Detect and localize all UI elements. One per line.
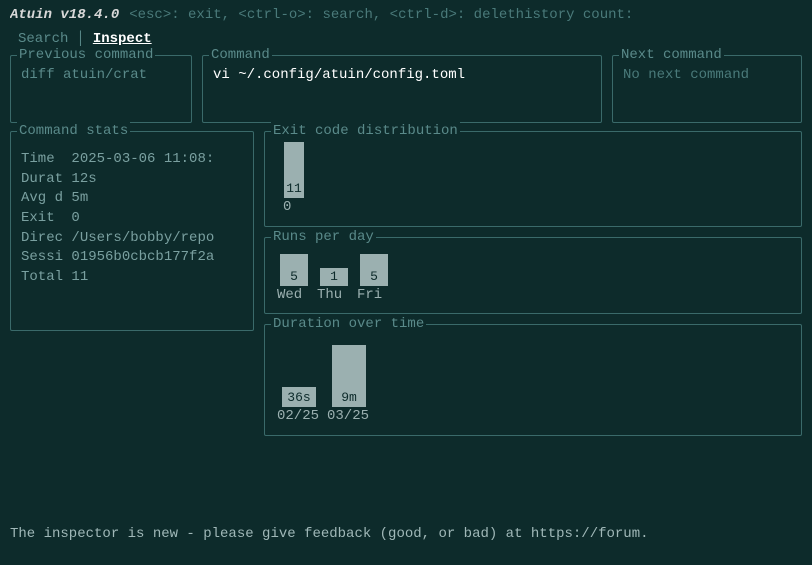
exit-axis-0: 0 bbox=[283, 198, 291, 218]
runs-bar-wed-value: 5 bbox=[290, 268, 298, 286]
next-command-box[interactable]: Next command No next command bbox=[612, 55, 802, 123]
next-command-value: No next command bbox=[623, 66, 791, 86]
runs-axis: Wed Thu Fri bbox=[275, 286, 791, 306]
next-command-title: Next command bbox=[619, 46, 724, 66]
exit-code-chart: Exit code distribution 11 0 bbox=[264, 131, 802, 227]
duration-bar-0325-value: 9m bbox=[341, 389, 357, 407]
duration-bar-0225-value: 36s bbox=[287, 389, 310, 407]
stats-column: Command stats Time 2025-03-06 11:08: Dur… bbox=[10, 131, 254, 436]
runs-bar-thu-value: 1 bbox=[330, 268, 338, 286]
current-command-title: Command bbox=[209, 46, 272, 66]
exit-code-bars: 11 bbox=[275, 142, 791, 198]
stat-time: Time 2025-03-06 11:08: bbox=[21, 150, 243, 170]
stat-total: Total 11 bbox=[21, 268, 243, 288]
stat-direc: Direc /Users/bobby/repo bbox=[21, 229, 243, 249]
duration-chart: Duration over time 36s 9m 02/25 03/25 bbox=[264, 324, 802, 436]
current-command-value: vi ~/.config/atuin/config.toml bbox=[213, 66, 591, 86]
runs-bar-thu: 1 bbox=[317, 268, 351, 286]
stat-duration: Durat 12s bbox=[21, 170, 243, 190]
footer-message: The inspector is new - please give feedb… bbox=[10, 525, 802, 545]
command-row: Previous command diff atuin/crat Command… bbox=[10, 55, 802, 123]
stat-exit: Exit 0 bbox=[21, 209, 243, 229]
app-title: Atuin v18.4.0 bbox=[10, 6, 119, 26]
duration-axis-0225: 02/25 bbox=[277, 407, 321, 427]
exit-bar-0-value: 11 bbox=[286, 180, 302, 198]
runs-per-day-chart: Runs per day 5 1 5 Wed Thu Fri bbox=[264, 237, 802, 315]
runs-bar-fri: 5 bbox=[357, 254, 391, 286]
duration-bar-0325: 9m bbox=[327, 345, 371, 407]
main-row: Command stats Time 2025-03-06 11:08: Dur… bbox=[10, 131, 802, 436]
command-stats-box: Command stats Time 2025-03-06 11:08: Dur… bbox=[10, 131, 254, 331]
previous-command-box[interactable]: Previous command diff atuin/crat bbox=[10, 55, 192, 123]
help-text: <esc>: exit, <ctrl-o>: search, <ctrl-d>:… bbox=[129, 6, 633, 26]
stat-avg: Avg d 5m bbox=[21, 189, 243, 209]
duration-title: Duration over time bbox=[271, 315, 426, 335]
duration-bar-0225: 36s bbox=[277, 387, 321, 407]
runs-axis-thu: Thu bbox=[317, 286, 351, 306]
runs-axis-wed: Wed bbox=[277, 286, 311, 306]
stat-sessi: Sessi 01956b0cbcb177f2a bbox=[21, 248, 243, 268]
charts-column: Exit code distribution 11 0 Runs per day… bbox=[264, 131, 802, 436]
duration-bars: 36s 9m bbox=[275, 335, 791, 407]
duration-axis-0325: 03/25 bbox=[327, 407, 371, 427]
exit-bar-0: 11 bbox=[277, 142, 311, 198]
exit-axis: 0 bbox=[275, 198, 791, 218]
runs-bars: 5 1 5 bbox=[275, 248, 791, 286]
runs-bar-wed: 5 bbox=[277, 254, 311, 286]
command-stats-title: Command stats bbox=[17, 122, 130, 142]
runs-per-day-title: Runs per day bbox=[271, 228, 376, 248]
runs-bar-fri-value: 5 bbox=[370, 268, 378, 286]
previous-command-value: diff atuin/crat bbox=[21, 66, 181, 86]
exit-code-title: Exit code distribution bbox=[271, 122, 460, 142]
runs-axis-fri: Fri bbox=[357, 286, 391, 306]
header: Atuin v18.4.0 <esc>: exit, <ctrl-o>: sea… bbox=[10, 6, 802, 26]
current-command-box[interactable]: Command vi ~/.config/atuin/config.toml bbox=[202, 55, 602, 123]
duration-axis: 02/25 03/25 bbox=[275, 407, 791, 427]
previous-command-title: Previous command bbox=[17, 46, 155, 66]
